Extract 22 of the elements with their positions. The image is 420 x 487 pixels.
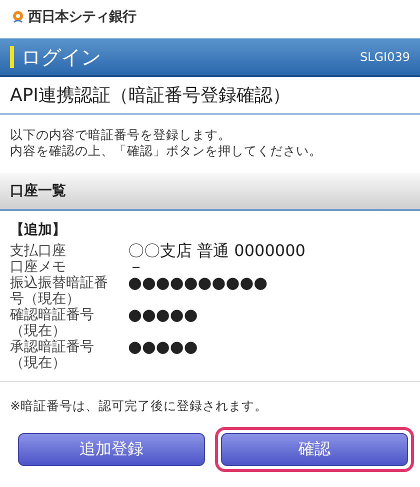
- page-title: API連携認証（暗証番号登録確認）: [0, 77, 420, 115]
- row-value: 〇〇支店 普通 0000000: [128, 243, 306, 259]
- row-value: ●●●●●: [128, 339, 199, 358]
- section-header: 口座一覧: [0, 173, 420, 211]
- row-label: 確認暗証番号（現在）: [10, 307, 95, 339]
- bank-name: 西日本シティ銀行: [28, 8, 136, 26]
- group-label: 【追加】: [10, 221, 67, 239]
- row-value: ●●●●●: [128, 307, 199, 326]
- screen-code: SLGI039: [360, 50, 410, 64]
- row-label: 承認暗証番号（現在）: [10, 339, 95, 371]
- row-label: 口座メモ: [10, 259, 66, 275]
- row-value: －: [128, 259, 145, 275]
- intro-text: 以下の内容で暗証番号を登録します。: [10, 127, 232, 143]
- row-label: 振込振替暗証番号（現在）: [10, 275, 109, 307]
- header-title: ログイン: [21, 44, 102, 70]
- bank-logo-icon: [12, 10, 24, 24]
- action-button[interactable]: 追加登録: [18, 433, 205, 466]
- row-value: ●●●●●●●●●●: [128, 275, 269, 294]
- intro-text: 内容を確認の上、「確認」ボタンを押してください。: [10, 143, 323, 159]
- note-text: ※暗証番号は、認可完了後に登録されます。: [9, 397, 268, 415]
- row-label: 支払口座: [10, 243, 67, 259]
- action-button[interactable]: 確認: [221, 433, 408, 466]
